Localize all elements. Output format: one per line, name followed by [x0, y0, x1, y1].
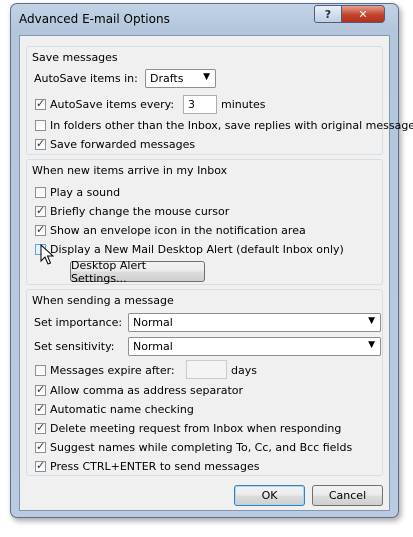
comma-checkbox[interactable] — [35, 383, 46, 396]
importance-label: Set importance: — [34, 316, 123, 329]
mouse-pointer-icon — [40, 244, 54, 265]
chevron-down-icon: ▼ — [368, 316, 375, 326]
delete-meeting-row[interactable]: Delete meeting request from Inbox when r… — [35, 421, 342, 435]
autosave-every-label: AutoSave items every: — [50, 98, 175, 111]
autosave-minutes-value: 3 — [188, 98, 195, 111]
importance-value: Normal — [133, 316, 173, 329]
save-messages-heading: Save messages — [32, 51, 118, 64]
dialog-window: Advanced E-mail Options ? ✕ Save message… — [10, 3, 413, 518]
envelope-checkbox[interactable] — [35, 223, 46, 236]
expire-label: Messages expire after: — [50, 364, 175, 377]
desktop-alert-row[interactable]: Display a New Mail Desktop Alert (defaul… — [35, 243, 344, 256]
desktop-alert-settings-button[interactable]: Desktop Alert Settings... — [70, 258, 205, 285]
chevron-down-icon: ▼ — [203, 72, 210, 82]
autosave-minutes-input[interactable]: 3 — [183, 95, 217, 114]
new-items-group: When new items arrive in my Inbox Play a… — [26, 159, 383, 285]
chevron-down-icon: ▼ — [368, 340, 375, 350]
title-bar[interactable]: Advanced E-mail Options ? ✕ — [11, 4, 398, 34]
ctrl-enter-label: Press CTRL+ENTER to send messages — [50, 460, 260, 473]
sensitivity-label: Set sensitivity: — [34, 340, 115, 353]
autosave-folder-select[interactable]: Drafts ▼ — [145, 69, 216, 88]
change-cursor-label: Briefly change the mouse cursor — [50, 205, 230, 218]
change-cursor-checkbox[interactable] — [35, 204, 46, 217]
comma-label: Allow comma as address separator — [50, 384, 244, 397]
close-icon: ✕ — [358, 7, 368, 21]
save-forwarded-label: Save forwarded messages — [50, 138, 196, 151]
play-sound-label: Play a sound — [50, 186, 121, 199]
suggest-names-label: Suggest names while completing To, Cc, a… — [50, 441, 353, 454]
sensitivity-value: Normal — [133, 340, 173, 353]
close-button[interactable]: ✕ — [341, 5, 385, 23]
sensitivity-select[interactable]: Normal ▼ — [128, 337, 381, 356]
autosave-every-row[interactable]: AutoSave items every: — [35, 97, 175, 111]
auto-name-checkbox[interactable] — [35, 402, 46, 415]
in-folders-checkbox[interactable] — [35, 120, 46, 131]
delete-meeting-label: Delete meeting request from Inbox when r… — [50, 422, 342, 435]
cancel-label: Cancel — [328, 489, 367, 502]
importance-select[interactable]: Normal ▼ — [128, 313, 381, 332]
minutes-label: minutes — [221, 98, 266, 111]
cancel-button[interactable]: Cancel — [312, 485, 383, 506]
desktop-alert-label: Display a New Mail Desktop Alert (defaul… — [50, 243, 344, 256]
play-sound-checkbox[interactable] — [35, 187, 46, 198]
desktop-alert-settings-label: Desktop Alert Settings... — [71, 258, 147, 285]
save-forwarded-row[interactable]: Save forwarded messages — [35, 137, 196, 151]
expire-checkbox[interactable] — [35, 365, 46, 376]
autosave-folder-label: AutoSave items in: — [34, 72, 138, 85]
help-icon: ? — [324, 7, 332, 21]
in-folders-row[interactable]: In folders other than the Inbox, save re… — [35, 119, 413, 132]
envelope-label: Show an envelope icon in the notificatio… — [50, 224, 306, 237]
sending-group: When sending a message Set importance: N… — [26, 289, 383, 476]
expire-days-input[interactable] — [186, 360, 227, 379]
ok-label: OK — [261, 489, 278, 502]
save-messages-group: Save messages AutoSave items in: Drafts … — [26, 46, 413, 155]
envelope-row[interactable]: Show an envelope icon in the notificatio… — [35, 223, 306, 237]
in-folders-label: In folders other than the Inbox, save re… — [50, 119, 413, 132]
save-forwarded-checkbox[interactable] — [35, 137, 46, 150]
expire-row[interactable]: Messages expire after: — [35, 364, 175, 377]
new-items-heading: When new items arrive in my Inbox — [32, 164, 228, 177]
ctrl-enter-checkbox[interactable] — [35, 459, 46, 472]
ok-button[interactable]: OK — [234, 485, 305, 506]
play-sound-row[interactable]: Play a sound — [35, 186, 120, 199]
suggest-names-row[interactable]: Suggest names while completing To, Cc, a… — [35, 440, 353, 454]
ctrl-enter-row[interactable]: Press CTRL+ENTER to send messages — [35, 459, 260, 473]
suggest-names-checkbox[interactable] — [35, 440, 46, 453]
delete-meeting-checkbox[interactable] — [35, 421, 46, 434]
comma-row[interactable]: Allow comma as address separator — [35, 383, 244, 397]
days-label: days — [231, 364, 257, 377]
auto-name-row[interactable]: Automatic name checking — [35, 402, 194, 416]
change-cursor-row[interactable]: Briefly change the mouse cursor — [35, 204, 230, 218]
auto-name-label: Automatic name checking — [50, 403, 194, 416]
window-title: Advanced E-mail Options — [19, 12, 170, 26]
sending-heading: When sending a message — [32, 294, 174, 307]
autosave-folder-value: Drafts — [150, 72, 184, 85]
help-button[interactable]: ? — [314, 5, 342, 23]
dialog-body: Save messages AutoSave items in: Drafts … — [19, 35, 413, 511]
autosave-every-checkbox[interactable] — [35, 97, 46, 110]
